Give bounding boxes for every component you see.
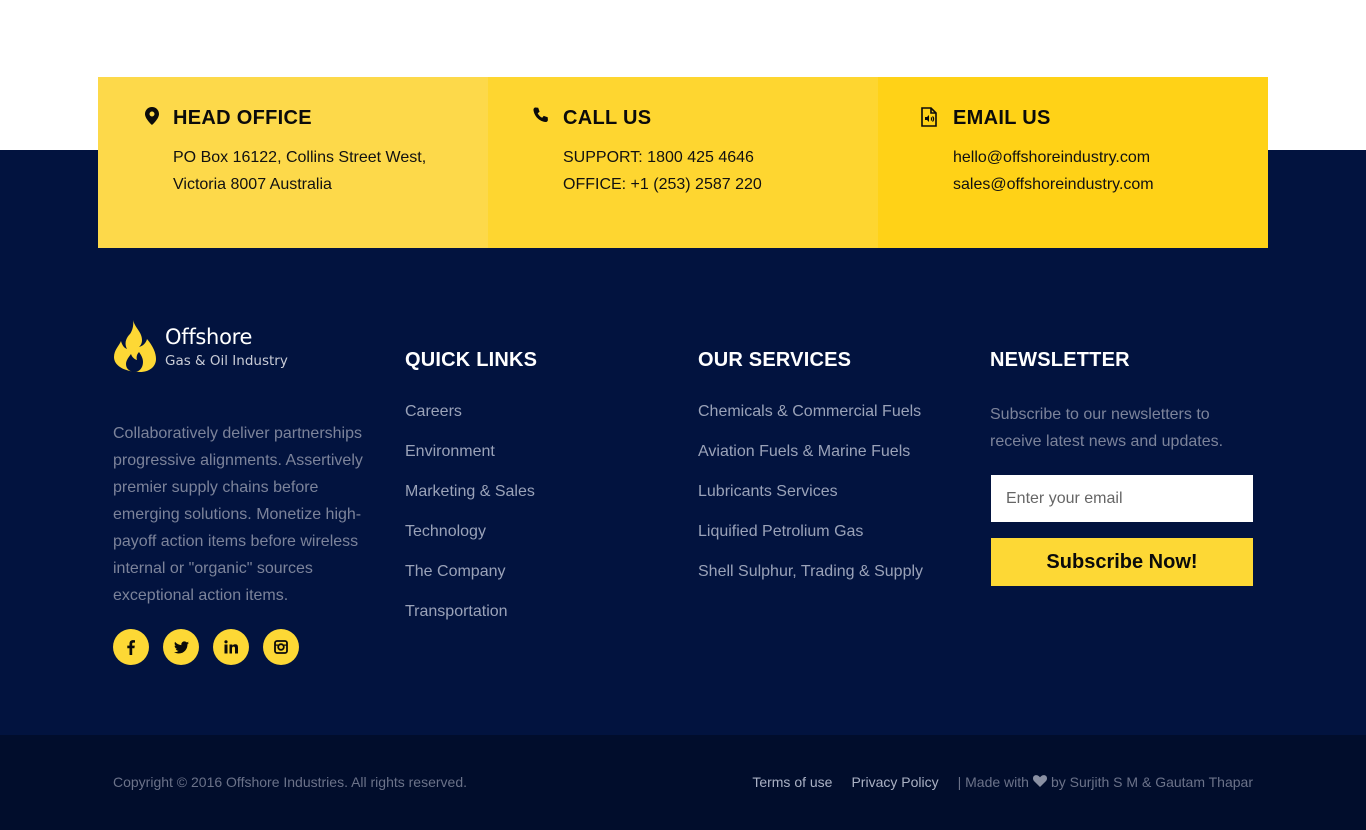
head-office-title: HEAD OFFICE [173, 107, 312, 129]
head-office-address-line2: Victoria 8007 Australia [173, 176, 332, 193]
made-with-credit: | Made with by Surjith S M & Gautam Thap… [958, 774, 1253, 790]
made-with-suffix: by Surjith S M & Gautam Thapar [1050, 774, 1253, 790]
heart-icon [1032, 774, 1047, 790]
phone-icon [532, 107, 552, 127]
email-us-title: EMAIL US [953, 107, 1051, 129]
service-lubricants[interactable]: Lubricants Services [698, 483, 923, 523]
facebook-icon[interactable] [113, 629, 149, 665]
quick-link-environment[interactable]: Environment [405, 443, 535, 483]
head-office-box: HEAD OFFICE PO Box 16122, Collins Street… [98, 77, 488, 248]
head-office-address-line1: PO Box 16122, Collins Street West, [173, 149, 427, 166]
contact-strip: HEAD OFFICE PO Box 16122, Collins Street… [98, 77, 1268, 248]
quick-links-list: Careers Environment Marketing & Sales Te… [405, 403, 535, 643]
subscribe-button[interactable]: Subscribe Now! [991, 538, 1253, 586]
brand-name: Offshore [165, 325, 253, 349]
twitter-icon[interactable] [163, 629, 199, 665]
sales-email[interactable]: sales@offshoreindustry.com [953, 176, 1154, 194]
quick-links-title: QUICK LINKS [405, 349, 538, 371]
flame-icon [113, 320, 157, 377]
quick-link-the-company[interactable]: The Company [405, 563, 535, 603]
copyright-text: Copyright © 2016 Offshore Industries. Al… [113, 774, 468, 790]
brand-tagline: Gas & Oil Industry [165, 353, 288, 369]
newsletter-text: Subscribe to our newsletters to receive … [990, 406, 1224, 450]
quick-link-careers[interactable]: Careers [405, 403, 535, 443]
terms-link[interactable]: Terms of use [752, 774, 832, 790]
made-with-prefix: | Made with [957, 774, 1029, 790]
service-shell-sulphur[interactable]: Shell Sulphur, Trading & Supply [698, 563, 923, 603]
support-phone[interactable]: SUPPORT: 1800 425 4646 [563, 149, 754, 167]
footer-links: Terms of use Privacy Policy | Made with … [752, 774, 1253, 790]
services-list: Chemicals & Commercial Fuels Aviation Fu… [698, 403, 923, 603]
social-links [113, 629, 299, 665]
service-liquified-petrolium-gas[interactable]: Liquified Petrolium Gas [698, 523, 923, 563]
service-aviation-marine-fuels[interactable]: Aviation Fuels & Marine Fuels [698, 443, 923, 483]
call-us-title: CALL US [563, 107, 652, 129]
hello-email[interactable]: hello@offshoreindustry.com [953, 149, 1150, 167]
office-phone[interactable]: OFFICE: +1 (253) 2587 220 [563, 176, 762, 194]
call-us-box: CALL US SUPPORT: 1800 425 4646 OFFICE: +… [488, 77, 878, 248]
email-file-icon [920, 107, 940, 127]
privacy-link[interactable]: Privacy Policy [851, 774, 938, 790]
services-title: OUR SERVICES [698, 349, 852, 371]
about-text: Collaboratively deliver partnerships pro… [113, 425, 363, 604]
quick-link-marketing-sales[interactable]: Marketing & Sales [405, 483, 535, 523]
linkedin-icon[interactable] [213, 629, 249, 665]
quick-link-technology[interactable]: Technology [405, 523, 535, 563]
newsletter-title: NEWSLETTER [990, 349, 1130, 371]
instagram-icon[interactable] [263, 629, 299, 665]
email-us-box: EMAIL US hello@offshoreindustry.com sale… [878, 77, 1268, 248]
quick-link-transportation[interactable]: Transportation [405, 603, 535, 643]
service-chemicals-commercial-fuels[interactable]: Chemicals & Commercial Fuels [698, 403, 923, 443]
newsletter-email-input[interactable] [991, 475, 1253, 522]
map-pin-icon [145, 107, 165, 127]
brand-logo[interactable]: Offshore Gas & Oil Industry [113, 320, 303, 372]
